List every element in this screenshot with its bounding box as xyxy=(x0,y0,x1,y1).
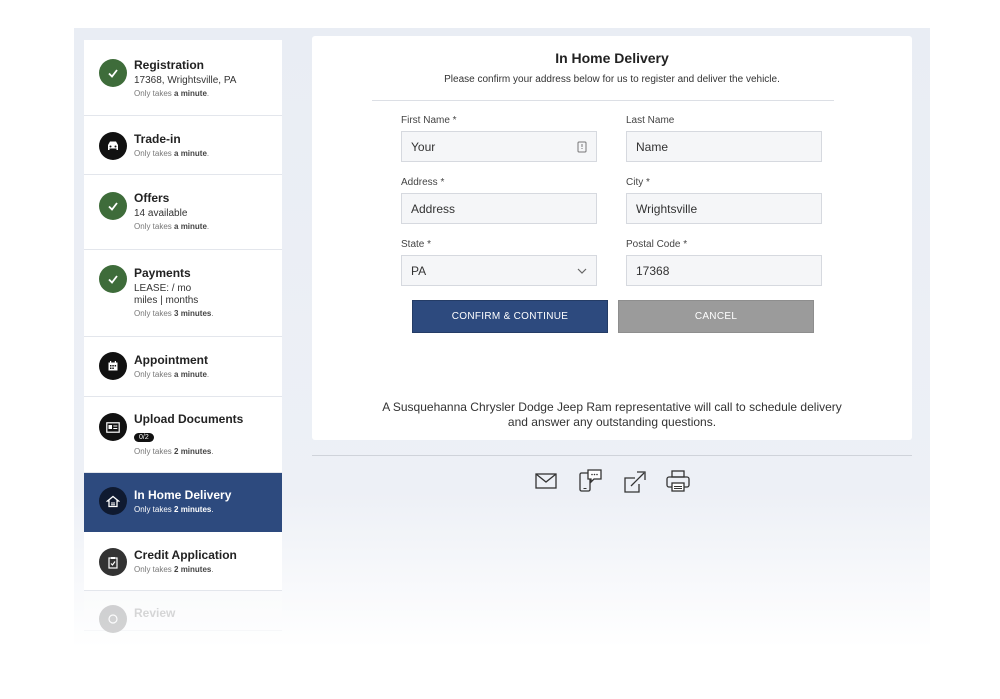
step-title: Payments xyxy=(134,266,191,280)
text-message-icon[interactable] xyxy=(577,468,603,494)
id-card-icon xyxy=(99,413,127,441)
address-field: Address * Address xyxy=(401,177,597,224)
divider xyxy=(312,455,912,456)
step-duration: Only takes 2 minutes. xyxy=(134,565,214,574)
first-name-input[interactable]: Your xyxy=(401,131,597,162)
delivery-form-card: In Home Delivery Please confirm your add… xyxy=(312,36,912,440)
last-name-field: Last Name Name xyxy=(626,115,822,162)
step-title: Review xyxy=(134,606,176,620)
step-detail: LEASE: / mo xyxy=(134,283,192,294)
step-duration: Only takes 2 minutes. xyxy=(134,447,214,456)
print-icon[interactable] xyxy=(665,468,691,494)
email-icon[interactable] xyxy=(533,468,559,494)
step-title: Offers xyxy=(134,191,170,205)
last-name-input[interactable]: Name xyxy=(626,131,822,162)
postal-code-field: Postal Code * 17368 xyxy=(626,239,822,286)
postal-code-input[interactable]: 17368 xyxy=(626,255,822,286)
app-stage: Registration 17368, Wrightsville, PA Onl… xyxy=(74,28,930,648)
confirm-continue-button[interactable]: CONFIRM & CONTINUE xyxy=(412,300,608,333)
step-in-home-delivery[interactable]: In Home Delivery Only takes 2 minutes. xyxy=(84,473,282,532)
city-label: City * xyxy=(626,177,650,188)
check-icon xyxy=(99,265,127,293)
city-field: City * Wrightsville xyxy=(626,177,822,224)
last-name-value: Name xyxy=(636,139,669,154)
step-title: Upload Documents xyxy=(134,412,244,426)
step-offers[interactable]: Offers 14 available Only takes a minute. xyxy=(84,175,282,250)
step-duration: Only takes 2 minutes. xyxy=(134,505,214,514)
step-detail: 14 available xyxy=(134,208,188,219)
step-duration: Only takes a minute. xyxy=(134,149,210,158)
step-duration: Only takes 3 minutes. xyxy=(134,309,214,318)
step-title: In Home Delivery xyxy=(134,488,232,502)
step-registration[interactable]: Registration 17368, Wrightsville, PA Onl… xyxy=(84,40,282,116)
step-duration: Only takes a minute. xyxy=(134,89,210,98)
step-appointment[interactable]: Appointment Only takes a minute. xyxy=(84,337,282,397)
step-title: Trade-in xyxy=(134,132,181,146)
car-icon xyxy=(99,132,127,160)
first-name-label: First Name * xyxy=(401,115,457,126)
city-value: Wrightsville xyxy=(636,201,698,216)
step-title: Credit Application xyxy=(134,548,237,562)
calendar-icon xyxy=(99,352,127,380)
steps-sidebar: Registration 17368, Wrightsville, PA Onl… xyxy=(84,40,282,633)
check-icon xyxy=(99,59,127,87)
step-title: Registration xyxy=(134,58,205,72)
city-input[interactable]: Wrightsville xyxy=(626,193,822,224)
address-value: Address xyxy=(411,201,456,216)
step-title: Appointment xyxy=(134,353,208,367)
cancel-button[interactable]: CANCEL xyxy=(618,300,814,333)
review-icon xyxy=(99,605,127,633)
address-label: Address * xyxy=(401,177,445,188)
step-review[interactable]: Review xyxy=(84,591,282,633)
first-name-value: Your xyxy=(411,139,436,154)
state-select[interactable]: PA xyxy=(401,255,597,286)
address-input[interactable]: Address xyxy=(401,193,597,224)
first-name-field: First Name * Your xyxy=(401,115,597,162)
postal-code-value: 17368 xyxy=(636,263,670,278)
step-payments[interactable]: Payments LEASE: / mo miles | months Only… xyxy=(84,250,282,337)
step-duration: Only takes a minute. xyxy=(134,370,210,379)
postal-code-label: Postal Code * xyxy=(626,239,688,250)
delivery-note: A Susquehanna Chrysler Dodge Jeep Ram re… xyxy=(382,400,842,429)
home-icon xyxy=(99,487,127,515)
state-value: PA xyxy=(411,263,427,278)
last-name-label: Last Name xyxy=(626,115,675,126)
step-duration: Only takes a minute. xyxy=(134,222,210,231)
step-detail-terms: miles | months xyxy=(134,295,199,306)
state-field: State * PA xyxy=(401,239,597,286)
step-detail: 17368, Wrightsville, PA xyxy=(134,75,237,86)
autofill-icon xyxy=(577,141,587,153)
share-icon[interactable] xyxy=(621,468,647,494)
divider xyxy=(372,100,834,101)
step-trade-in[interactable]: Trade-in Only takes a minute. xyxy=(84,116,282,175)
page-subtitle: Please confirm your address below for us… xyxy=(444,74,780,85)
state-label: State * xyxy=(401,239,432,250)
chevron-down-icon xyxy=(577,268,587,274)
step-upload-documents[interactable]: Upload Documents 0/2 Only takes 2 minute… xyxy=(84,397,282,473)
check-icon xyxy=(99,192,127,220)
documents-count-badge: 0/2 xyxy=(134,433,154,442)
page-title: In Home Delivery xyxy=(555,50,669,66)
clipboard-icon xyxy=(99,548,127,576)
step-credit-application[interactable]: Credit Application Only takes 2 minutes. xyxy=(84,532,282,591)
